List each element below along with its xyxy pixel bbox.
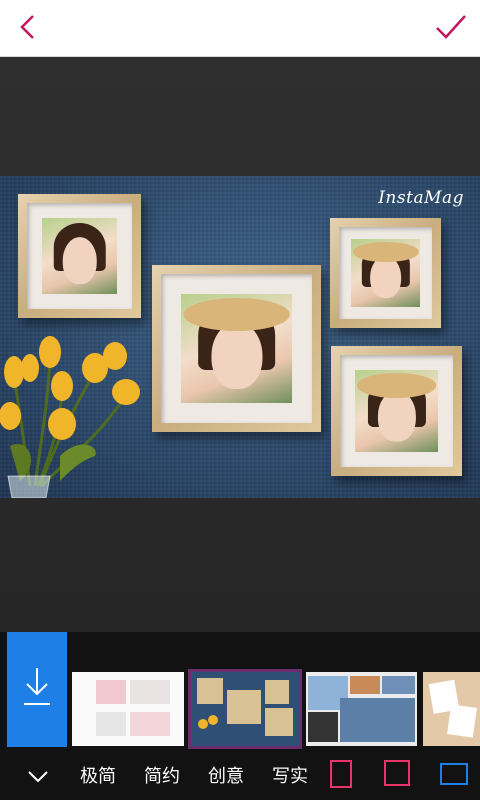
collage-preview[interactable]: InstaMag: [0, 176, 480, 498]
template-blue-wall-frames: [197, 678, 293, 736]
photo-frame-2[interactable]: [152, 265, 321, 432]
chevron-left-icon[interactable]: [14, 12, 44, 42]
tab-minimal[interactable]: 极简: [80, 762, 116, 788]
top-toolbar: [0, 0, 480, 57]
photo-frame-1[interactable]: [18, 194, 141, 318]
template-thumb-1[interactable]: [72, 672, 184, 746]
template-minimal-pink: [96, 680, 170, 736]
download-button[interactable]: [7, 632, 67, 747]
photo-slot-3[interactable]: [351, 239, 420, 307]
photo-subject-face: [369, 256, 402, 299]
template-thumb-3[interactable]: [306, 672, 417, 746]
tab-creative[interactable]: 创意: [208, 762, 244, 788]
chevron-down-icon[interactable]: [26, 764, 50, 788]
template-thumb-4[interactable]: [423, 672, 480, 746]
photo-slot-4[interactable]: [355, 370, 438, 452]
photo-slot-2[interactable]: [181, 294, 292, 403]
ratio-portrait-icon[interactable]: [330, 760, 352, 788]
photo-subject-hat: [183, 298, 290, 332]
photo-subject-face: [62, 237, 97, 285]
download-icon: [24, 668, 50, 705]
ratio-landscape-icon[interactable]: [440, 763, 468, 785]
template-polaroid: [428, 679, 477, 738]
photo-subject-face: [210, 321, 263, 390]
photo-subject-hat: [356, 373, 437, 398]
photo-slot-1[interactable]: [42, 218, 117, 294]
template-thumb-2[interactable]: [188, 669, 302, 749]
ratio-square-icon[interactable]: [384, 760, 410, 786]
tulip-vase-decoration: [0, 336, 140, 498]
tab-simple[interactable]: 简约: [144, 762, 180, 788]
tab-realistic[interactable]: 写实: [272, 762, 308, 788]
template-landscape-grid: [308, 676, 415, 742]
photo-frame-4[interactable]: [331, 346, 462, 476]
check-icon[interactable]: [434, 12, 468, 42]
photo-subject-face: [377, 390, 416, 442]
instamag-watermark: InstaMag: [378, 188, 464, 208]
photo-frame-3[interactable]: [330, 218, 441, 328]
